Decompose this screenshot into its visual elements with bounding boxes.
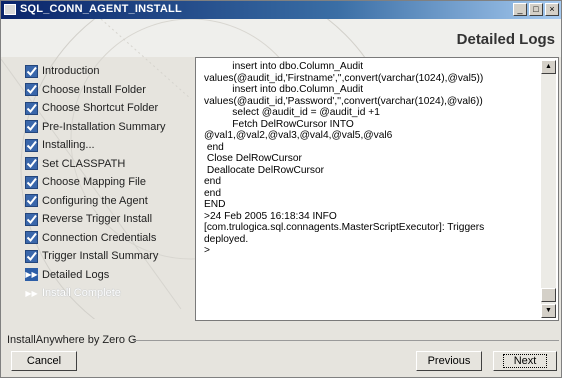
log-scrollbar[interactable]: ▲ ▼ — [541, 60, 556, 318]
title-bar[interactable]: SQL_CONN_AGENT_INSTALL _ □ × — [1, 1, 561, 19]
log-line: insert into dbo.Column_Audit — [204, 84, 364, 95]
installer-window: SQL_CONN_AGENT_INSTALL _ □ × Detailed Lo… — [0, 0, 562, 378]
step-item: Configuring the Agent — [25, 192, 193, 211]
step-item: ▶▶ Install Complete — [25, 284, 193, 303]
checkmark-icon — [25, 83, 38, 97]
cancel-button[interactable]: Cancel — [11, 351, 77, 371]
log-line: values(@audit_id,'Firstname','',convert(… — [204, 72, 484, 84]
log-line: [com.trulogica.sql.connagents.MasterScri… — [204, 222, 485, 233]
steps-list: Introduction Choose Install Folder Choose … — [25, 62, 193, 303]
step-label: Pre-Installation Summary — [42, 120, 166, 133]
log-line: Close DelRowCursor — [204, 153, 302, 164]
pending-step-icon: ▶▶ — [25, 288, 38, 298]
scroll-thumb[interactable] — [541, 288, 556, 302]
step-label: Reverse Trigger Install — [42, 213, 153, 226]
footer-label: InstallAnywhere by Zero G — [7, 334, 137, 346]
step-label: Detailed Logs — [42, 268, 110, 281]
step-label: Choose Install Folder — [42, 83, 146, 96]
checkmark-icon — [25, 157, 38, 171]
step-item: Introduction — [25, 62, 193, 81]
step-item: Installing... — [25, 136, 193, 155]
window-title: SQL_CONN_AGENT_INSTALL — [20, 3, 182, 15]
minimize-button[interactable]: _ — [513, 3, 527, 16]
checkmark-icon — [25, 101, 38, 115]
step-item: Choose Mapping File — [25, 173, 193, 192]
app-icon — [4, 4, 16, 15]
log-line: values(@audit_id,'Password','',convert(v… — [204, 95, 483, 107]
checkmark-icon — [25, 138, 38, 152]
log-panel[interactable]: insert into dbo.Column_Audit values(@audi… — [195, 57, 559, 321]
step-item: Trigger Install Summary — [25, 247, 193, 266]
log-line: deployed. — [204, 233, 249, 245]
step-item: Choose Shortcut Folder — [25, 99, 193, 118]
step-item: Set CLASSPATH — [25, 155, 193, 174]
step-item: Reverse Trigger Install — [25, 210, 193, 229]
step-item: Choose Install Folder — [25, 81, 193, 100]
log-line: END — [204, 199, 226, 210]
log-line: end — [204, 176, 221, 187]
scroll-up-button[interactable]: ▲ — [541, 60, 556, 74]
scroll-down-button[interactable]: ▼ — [541, 304, 556, 318]
window-controls: _ □ × — [513, 3, 559, 16]
log-line: @val1,@val2,@val3,@val4,@val5,@val6 — [204, 130, 393, 141]
log-line: insert into dbo.Column_Audit — [204, 61, 364, 72]
step-label: Install Complete — [42, 287, 121, 300]
previous-button[interactable]: Previous — [416, 351, 482, 371]
checkmark-icon — [25, 212, 38, 226]
current-step-icon: ▶▶ — [25, 268, 38, 282]
log-line: end — [204, 187, 221, 199]
step-label: Trigger Install Summary — [42, 250, 159, 263]
next-button[interactable]: Next — [493, 351, 557, 371]
close-button[interactable]: × — [545, 3, 559, 16]
step-item: Connection Credentials — [25, 229, 193, 248]
step-label: Choose Mapping File — [42, 176, 146, 189]
step-label: Set CLASSPATH — [42, 157, 126, 170]
next-button-label: Next — [502, 354, 548, 368]
checkmark-icon — [25, 231, 38, 245]
step-item: Pre-Installation Summary — [25, 118, 193, 137]
log-line: > — [204, 245, 210, 256]
checkmark-icon — [25, 120, 38, 134]
step-label: Configuring the Agent — [42, 194, 148, 207]
step-label: Installing... — [42, 139, 95, 152]
step-item: ▶▶ Detailed Logs — [25, 266, 193, 285]
log-line: select @audit_id = @audit_id +1 — [204, 107, 380, 118]
checkmark-icon — [25, 194, 38, 208]
checkmark-icon — [25, 175, 38, 189]
maximize-button[interactable]: □ — [529, 3, 543, 16]
step-label: Introduction — [42, 65, 100, 78]
step-label: Connection Credentials — [42, 231, 157, 244]
log-line: end — [204, 141, 224, 153]
log-line: Fetch DelRowCursor INTO — [204, 118, 354, 130]
log-text: insert into dbo.Column_Audit values(@audi… — [204, 61, 534, 257]
checkmark-icon — [25, 249, 38, 263]
step-label: Choose Shortcut Folder — [42, 102, 159, 115]
log-line: >24 Feb 2005 16:18:34 INFO — [204, 210, 337, 222]
checkmark-icon — [25, 64, 38, 78]
footer-divider — [133, 340, 559, 341]
log-line: Deallocate DelRowCursor — [204, 164, 325, 176]
